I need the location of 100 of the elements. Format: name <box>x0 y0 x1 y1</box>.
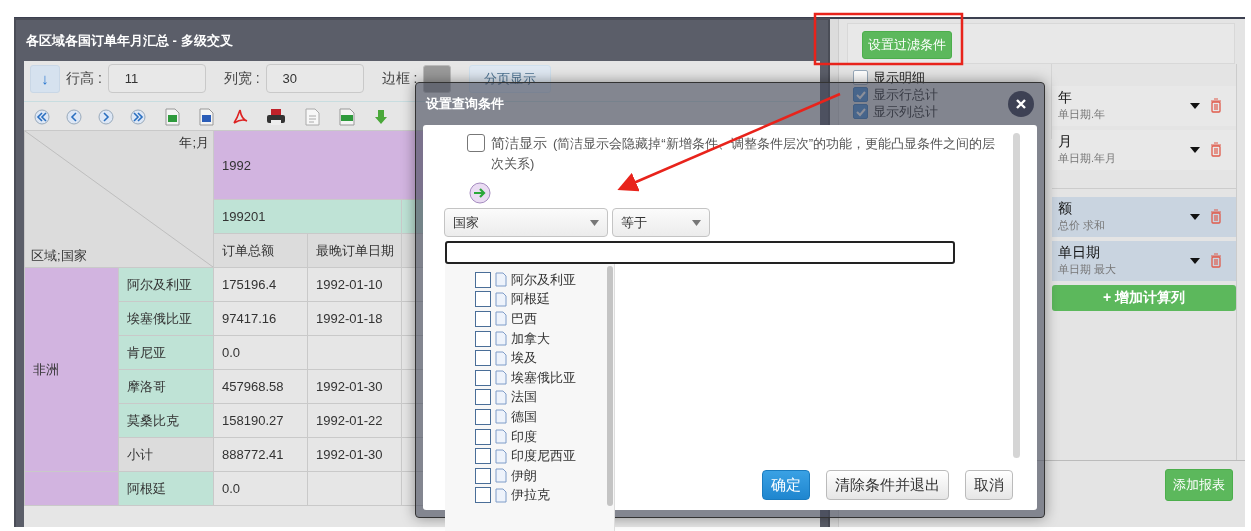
dialog-button[interactable]: 取消 <box>965 470 1013 500</box>
border-label: 边框 : <box>381 69 418 88</box>
subtotal-label: 小计 <box>118 437 214 472</box>
scrollbar[interactable] <box>607 266 613 506</box>
field-source: 单日期 最大 <box>1058 262 1118 277</box>
column-width-field[interactable]: 30 <box>265 64 364 93</box>
table-cell: 457968.58 <box>213 369 308 404</box>
country-option[interactable]: 阿尔及利亚 <box>511 270 576 289</box>
csv-file-icon[interactable] <box>338 108 356 126</box>
table-cell: 97417.16 <box>213 301 308 336</box>
file-icon <box>495 429 507 445</box>
checkbox[interactable] <box>475 369 491 386</box>
previous-page-icon[interactable] <box>66 109 82 125</box>
caret-icon <box>692 219 701 226</box>
file-icon <box>495 448 507 464</box>
table-cell: 1992-01-30 <box>307 369 402 404</box>
word-file-icon[interactable] <box>198 108 214 126</box>
caret-icon[interactable] <box>1190 257 1200 264</box>
checkbox[interactable] <box>853 104 868 119</box>
checkbox[interactable] <box>475 428 491 445</box>
close-icon[interactable] <box>1008 91 1034 117</box>
country-option[interactable]: 伊朗 <box>511 466 537 485</box>
country-option[interactable]: 印度 <box>511 427 537 446</box>
table-cell: 1992-01-30 <box>307 437 402 472</box>
column-header-cell: 订单总额 <box>213 233 308 268</box>
field-source: 单日期.年 <box>1058 107 1107 122</box>
country-option[interactable]: 印度尼西亚 <box>511 447 576 466</box>
dimension-item[interactable]: 月 单日期.年月 <box>1052 130 1236 170</box>
measure-item[interactable]: 单日期 单日期 最大 <box>1052 241 1236 281</box>
country-option[interactable]: 埃及 <box>511 349 537 368</box>
country-option[interactable]: 阿根廷 <box>511 290 550 309</box>
checkbox[interactable] <box>475 311 491 327</box>
excel-file-icon[interactable] <box>164 108 180 126</box>
field-name: 额 <box>1058 200 1073 218</box>
month-header-cell: 199201 <box>213 199 402 234</box>
table-cell: 158190.27 <box>213 403 308 438</box>
country-option[interactable]: 埃塞俄比亚 <box>511 368 576 387</box>
file-icon <box>495 350 507 366</box>
field-select[interactable]: 国家 <box>444 208 608 237</box>
scrollbar[interactable] <box>1013 133 1020 458</box>
caret-icon[interactable] <box>1190 102 1200 109</box>
country-option[interactable]: 德国 <box>511 407 537 426</box>
caret-icon <box>590 219 599 226</box>
checkbox[interactable] <box>475 448 491 465</box>
trash-icon[interactable] <box>1210 98 1222 113</box>
column-width-label: 列宽 : <box>223 69 260 88</box>
checkbox[interactable] <box>853 70 868 85</box>
country-option[interactable]: 法国 <box>511 388 537 407</box>
file-icon <box>495 389 507 405</box>
field-name: 月 <box>1058 133 1073 151</box>
dialog-button[interactable]: 清除条件并退出 <box>826 470 949 500</box>
country-cell: 阿根廷 <box>118 471 214 506</box>
file-icon <box>495 291 507 307</box>
checkbox[interactable] <box>853 87 868 102</box>
value-input[interactable] <box>445 241 955 264</box>
next-page-icon[interactable] <box>98 109 114 125</box>
border-color-picker[interactable] <box>423 64 452 93</box>
checkbox[interactable] <box>475 389 491 406</box>
country-option[interactable]: 巴西 <box>511 310 537 328</box>
first-page-icon[interactable] <box>34 109 50 125</box>
checkbox[interactable] <box>475 291 491 308</box>
checkbox[interactable] <box>467 134 485 152</box>
checkbox[interactable] <box>475 330 491 347</box>
checkbox[interactable] <box>475 271 491 288</box>
checkbox[interactable] <box>475 467 491 484</box>
checkbox[interactable] <box>475 350 491 367</box>
row-height-field[interactable]: 11 <box>107 64 206 93</box>
country-option[interactable]: 伊拉克 <box>511 486 550 505</box>
file-icon <box>495 272 507 288</box>
last-page-icon[interactable] <box>130 109 146 125</box>
table-cell: 1992-01-22 <box>307 403 402 438</box>
country-option[interactable]: 加拿大 <box>511 329 550 348</box>
field-source: 总价 求和 <box>1058 218 1107 233</box>
sort-button[interactable]: ↓ <box>30 64 60 93</box>
row-dimension-label: 区域;国家 <box>31 247 87 265</box>
file-icon <box>495 331 507 347</box>
caret-icon[interactable] <box>1190 146 1200 153</box>
field-name: 年 <box>1058 89 1073 107</box>
table-cell: 175196.4 <box>213 267 308 302</box>
column-header-cell: 最晚订单日期 <box>307 233 402 268</box>
row-height-label: 行高 : <box>66 69 102 88</box>
dialog-title: 设置查询条件 <box>426 95 504 113</box>
table-cell: 1992-01-10 <box>307 267 402 302</box>
checkbox[interactable] <box>475 487 491 504</box>
table-cell: 0.0 <box>213 471 308 506</box>
region-cell: 非洲 <box>24 267 119 472</box>
table-cell: 1992-01-18 <box>307 301 402 336</box>
printer-icon[interactable] <box>266 108 286 126</box>
option-label: 显示行总计 <box>873 85 938 104</box>
column-dimension-label: 年;月 <box>179 134 209 152</box>
pdf-file-icon[interactable] <box>232 108 248 126</box>
measure-item[interactable]: 额 总价 求和 <box>1052 197 1236 237</box>
checkbox[interactable] <box>475 408 491 425</box>
operator-select[interactable]: 等于 <box>612 208 710 237</box>
add-condition-icon[interactable] <box>469 182 491 204</box>
dimension-item[interactable]: 年 单日期.年 <box>1052 86 1236 126</box>
file-icon <box>495 370 507 386</box>
country-list[interactable]: 阿尔及利亚 阿根廷 巴西 加拿大 埃及 埃塞俄比亚 法国 德国 印度 印度尼西亚 伊朗 伊拉克 <box>445 264 615 531</box>
caret-icon[interactable] <box>1190 213 1200 220</box>
trash-icon[interactable] <box>1210 142 1222 157</box>
